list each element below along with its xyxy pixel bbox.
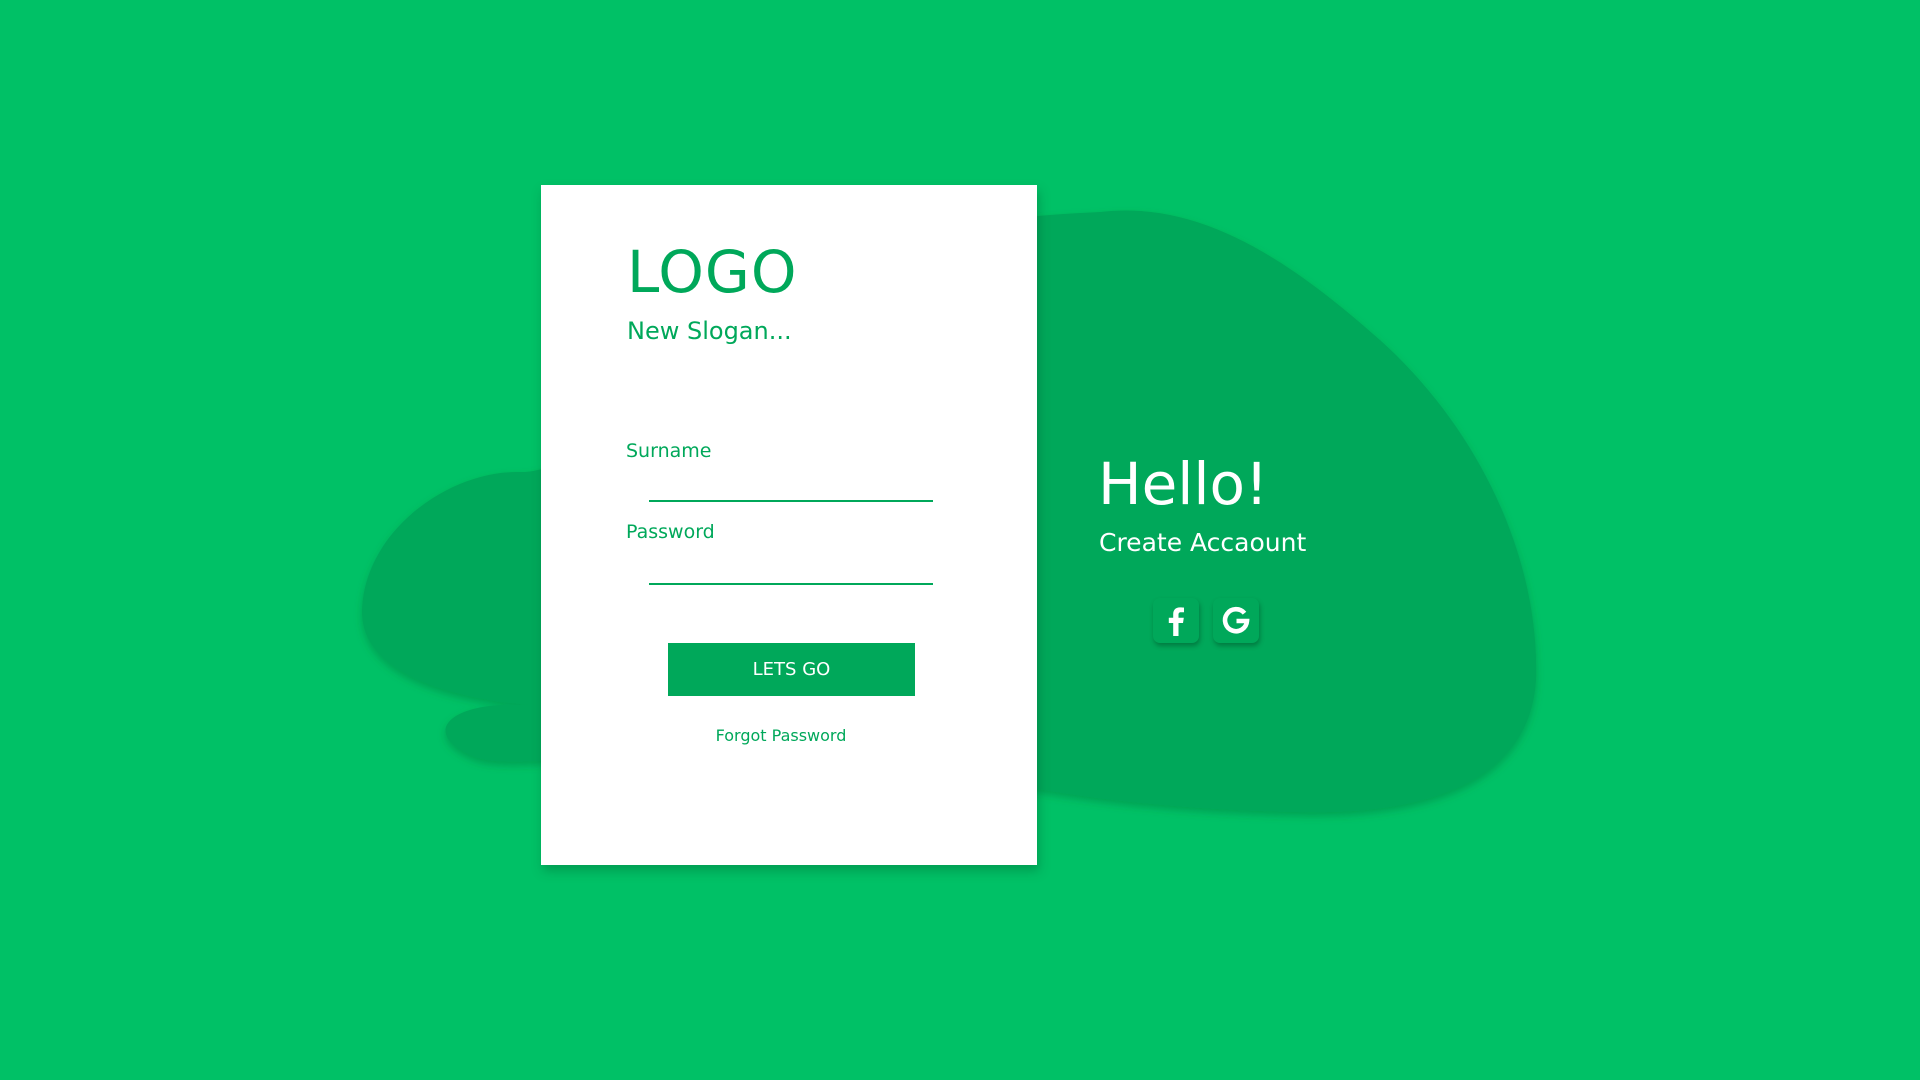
login-screen: LOGO New Slogan... Surname Password LETS… [0, 0, 1920, 1080]
slogan: New Slogan... [627, 317, 792, 345]
password-label: Password [626, 521, 715, 543]
greeting-heading: Hello! [1098, 450, 1269, 518]
surname-label: Surname [626, 440, 712, 462]
lets-go-button[interactable]: LETS GO [668, 643, 915, 696]
logo: LOGO [627, 238, 798, 306]
facebook-icon [1168, 607, 1184, 636]
google-icon [1222, 607, 1250, 634]
login-card: LOGO New Slogan... Surname Password LETS… [541, 185, 1037, 865]
create-account-link[interactable]: Create Accaount [1099, 528, 1306, 557]
facebook-button[interactable] [1153, 598, 1199, 643]
password-input[interactable] [649, 555, 933, 585]
google-button[interactable] [1213, 598, 1259, 643]
forgot-password-link[interactable]: Forgot Password [541, 726, 1037, 745]
surname-input[interactable] [649, 472, 933, 502]
